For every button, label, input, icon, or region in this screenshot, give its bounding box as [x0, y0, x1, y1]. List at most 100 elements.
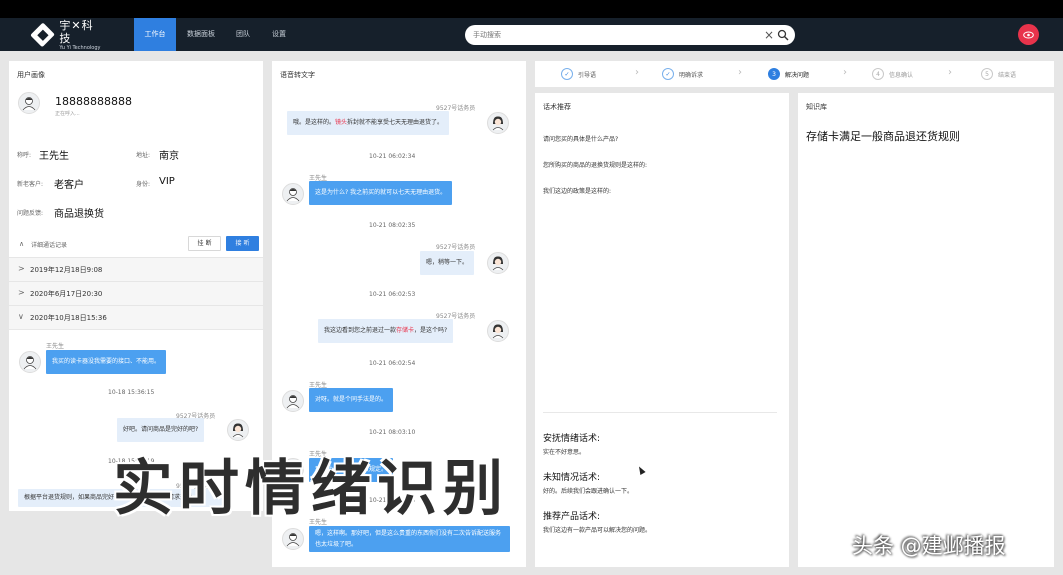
- nav-workbench[interactable]: 工作台: [134, 18, 176, 51]
- divider: [543, 412, 777, 413]
- step-1[interactable]: ✓ 引导语: [561, 61, 596, 87]
- call-record-2[interactable]: > 2020年6月17日20:30: [9, 281, 263, 305]
- chevron-down-icon: ∨: [18, 312, 24, 321]
- search-box: ×: [465, 25, 795, 45]
- logo-name: 宇✕科技: [59, 18, 94, 45]
- chat-bubble-agent: 哦。是这样的。镜头拆封就不能享受七天无理由退货了。: [287, 111, 450, 135]
- person-icon: [23, 356, 37, 370]
- script-soothe[interactable]: 实在不好意思。: [543, 447, 585, 456]
- search-icon[interactable]: [777, 29, 789, 41]
- script-line[interactable]: 您所购买的商品的退换货规则是这样的:: [543, 160, 647, 169]
- step-3[interactable]: 3 解决问题: [768, 61, 809, 87]
- process-steps: ✓ 引导语 › ✓ 明确诉求 › 3 解决问题 › 4 信息确认 › 5 结束语: [535, 61, 1054, 87]
- divider: [9, 329, 263, 330]
- step-number-icon: 3: [768, 68, 780, 80]
- keyword-highlight: 存储卡: [396, 327, 415, 334]
- nav-team[interactable]: 团队: [226, 18, 260, 51]
- chat-bubble-agent: 好吧。请问商品是完好的吧?: [117, 418, 205, 442]
- field-label-name: 称呼:: [17, 152, 32, 159]
- video-caption: 实时情绪识别: [113, 454, 509, 524]
- hangup-button[interactable]: 挂 断: [188, 236, 221, 251]
- field-label-customer-type: 新老客户:: [17, 181, 44, 188]
- chat-bubble-customer: 嗯，这样啊。那好吧，但是这么贵重的东西你们没有二次告诉配送服务也太垃圾了吧。: [309, 526, 510, 552]
- logo: 宇✕科技 Yu Yi Technology: [30, 18, 104, 51]
- clear-icon[interactable]: ×: [764, 27, 774, 43]
- chevron-right-icon: >: [18, 288, 25, 297]
- section-title-soothe: 安抚情绪话术:: [543, 434, 601, 444]
- chat-timestamp: 10-21 08:02:35: [369, 222, 416, 229]
- panel-title-transcript: 语音转文字: [280, 71, 315, 79]
- step-label: 信息确认: [889, 71, 914, 79]
- script-recommend-panel: 话术推荐 请问您买的具体是什么产品? 您所购买的商品的退换货规则是这样的: 我们…: [535, 93, 789, 567]
- step-2[interactable]: ✓ 明确诉求: [662, 61, 703, 87]
- person-icon: [286, 533, 300, 547]
- nav-dashboard[interactable]: 数据面板: [180, 18, 222, 51]
- person-icon: [286, 188, 300, 202]
- call-record-date: 2020年10月18日15:36: [30, 314, 107, 322]
- call-record-date: 2020年6月17日20:30: [30, 290, 103, 298]
- chevron-right-icon: ›: [948, 67, 952, 78]
- person-icon: [286, 395, 300, 409]
- call-status: 正在呼入...: [55, 111, 80, 117]
- agent-avatar: [487, 320, 509, 342]
- top-nav: 宇✕科技 Yu Yi Technology 工作台 数据面板 团队 设置 ×: [0, 18, 1063, 51]
- knowledge-headline[interactable]: 存储卡满足一般商品退还货规则: [806, 128, 960, 144]
- knowledge-base-panel: 知识库 存储卡满足一般商品退还货规则: [798, 93, 1054, 567]
- panel-title-knowledge: 知识库: [806, 103, 827, 111]
- customer-avatar: [282, 390, 304, 412]
- woman-icon: [492, 116, 504, 131]
- search-input[interactable]: [473, 28, 753, 42]
- chat-bubble-customer: 对呀。就是个同手法是的。: [309, 388, 394, 412]
- script-line[interactable]: 我们这边的政策是这样的:: [543, 186, 611, 195]
- eye-icon: [1023, 31, 1034, 38]
- caller-avatar: [18, 92, 40, 114]
- step-check-icon: ✓: [662, 68, 674, 80]
- woman-icon: [492, 256, 504, 271]
- call-record-date: 2019年12月18日9:08: [30, 266, 103, 274]
- field-value-address: 南京: [159, 151, 179, 162]
- woman-icon: [232, 423, 244, 438]
- call-record-1[interactable]: > 2019年12月18日9:08: [9, 257, 263, 281]
- customer-avatar: [282, 183, 304, 205]
- customer-avatar: [19, 351, 41, 373]
- keyword-highlight: 镜头: [335, 119, 348, 126]
- logo-subname: Yu Yi Technology: [59, 44, 101, 51]
- video-credit: 头条 @建邺播报: [852, 534, 1006, 558]
- chevron-right-icon: ›: [843, 67, 847, 78]
- panel-title-scripts: 话术推荐: [543, 103, 571, 111]
- chat-timestamp: 10-21 08:03:10: [369, 429, 416, 436]
- agent-avatar: [227, 419, 249, 441]
- customer-avatar: [282, 528, 304, 550]
- chat-speaker: 9527号话务员: [436, 244, 476, 251]
- history-toggle[interactable]: 详细通话记录: [31, 240, 67, 249]
- collapse-chevron-icon[interactable]: ∧: [19, 240, 24, 248]
- step-4[interactable]: 4 信息确认: [872, 61, 913, 87]
- chat-bubble-agent: 嗯，稍等一下。: [420, 251, 475, 275]
- field-value-identity: VIP: [159, 176, 175, 187]
- agent-avatar: [487, 112, 509, 134]
- chat-bubble-customer: 这是为什么? 我之前买的就可以七天无理由退货。: [309, 181, 453, 205]
- nav-settings[interactable]: 设置: [262, 18, 296, 51]
- chat-timestamp: 10-21 06:02:54: [369, 360, 416, 367]
- step-label: 解决问题: [785, 71, 810, 79]
- script-unknown[interactable]: 好的。后续我们会跟进确认一下。: [543, 486, 633, 495]
- person-icon: [22, 97, 36, 111]
- field-label-feedback: 问题反馈:: [17, 210, 44, 217]
- step-5[interactable]: 5 结束语: [981, 61, 1016, 87]
- section-title-unknown: 未知情况话术:: [543, 473, 601, 483]
- chat-speaker: 王先生: [46, 343, 65, 350]
- panel-title-profile: 用户画像: [17, 71, 45, 79]
- script-recommend[interactable]: 我们这边有一款产品可以解决您的问题。: [543, 525, 651, 534]
- chat-bubble-customer: 我买的读卡器没我需要的接口、不能用。: [46, 350, 167, 374]
- user-avatar-button[interactable]: [1018, 24, 1039, 45]
- step-label: 引导语: [578, 71, 597, 79]
- caller-phone: 18888888888: [55, 95, 132, 108]
- chat-timestamp: 10-21 06:02:53: [369, 291, 416, 298]
- answer-button[interactable]: 接 听: [226, 236, 259, 251]
- script-line[interactable]: 请问您买的具体是什么产品?: [543, 134, 618, 143]
- step-number-icon: 5: [981, 68, 993, 80]
- agent-avatar: [487, 252, 509, 274]
- call-record-3[interactable]: ∨ 2020年10月18日15:36: [9, 305, 263, 329]
- step-check-icon: ✓: [561, 68, 573, 80]
- chat-bubble-agent: 我这边看到您之前退过一款存储卡，是这个吗?: [318, 319, 454, 343]
